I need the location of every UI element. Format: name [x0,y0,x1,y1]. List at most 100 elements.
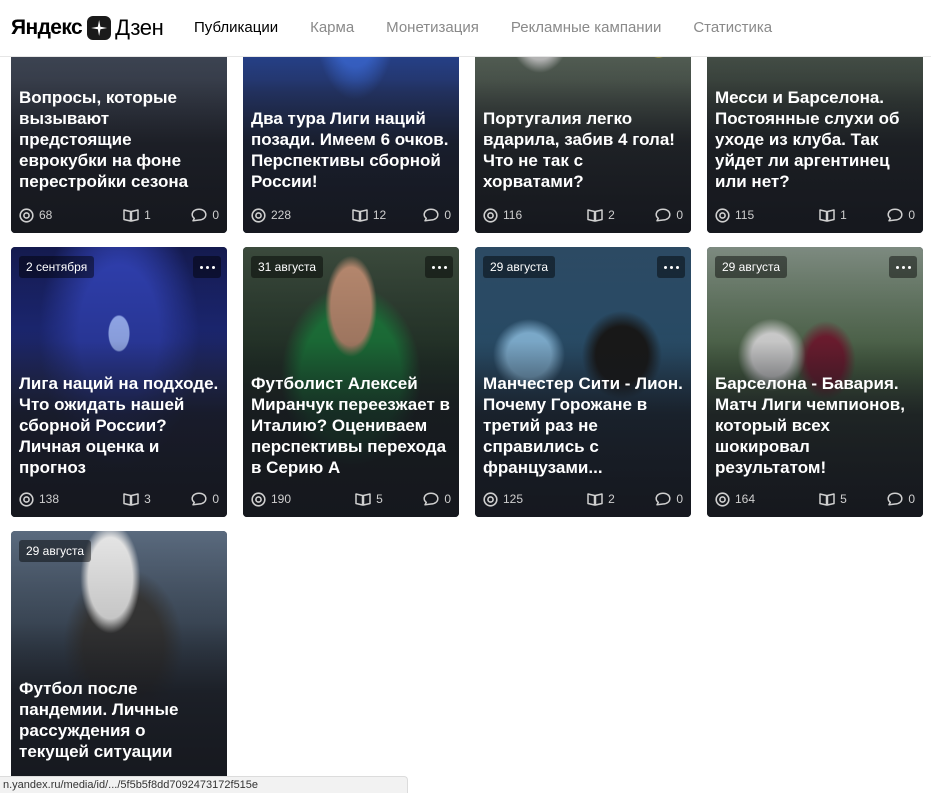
book-icon [587,493,603,506]
publication-card[interactable]: 29 августа Футбол после пандемии. Личные… [11,531,227,793]
nav-item-publications[interactable]: Публикации [194,19,278,36]
publication-card[interactable]: 31 августа Футболист Алексей Миранчук пе… [243,247,459,517]
more-options-icon[interactable] [657,256,685,278]
card-title[interactable]: Португалия легко вдарила, забив 4 гола! … [483,108,683,192]
comments-count: 0 [444,208,451,222]
book-icon [123,493,139,506]
views-stat: 228 [251,207,327,223]
more-options-icon[interactable] [193,256,221,278]
comments-count: 0 [676,208,683,222]
comments-stat: 0 [875,208,915,222]
main-nav: Публикации Карма Монетизация Рекламные к… [194,19,804,36]
card-stats: 228 12 0 [251,206,451,224]
zen-star-icon [87,16,112,40]
card-date: 31 августа [251,256,324,278]
card-stats: 116 2 0 [483,206,683,224]
book-icon [819,209,835,222]
book-icon [123,209,139,222]
comments-count: 0 [444,492,451,506]
views-count: 138 [39,492,60,506]
nav-item-statistics[interactable]: Статистика [693,19,772,36]
comments-count: 0 [212,492,219,506]
reads-count: 1 [144,208,151,222]
card-title[interactable]: Барселона - Бавария. Матч Лиги чемпионов… [715,373,915,478]
more-options-icon[interactable] [425,256,453,278]
comment-icon [191,208,207,222]
card-stats: 190 5 0 [251,490,451,508]
views-icon [251,207,266,223]
reads-stat: 1 [791,208,875,222]
views-icon [483,207,498,223]
card-date: 29 августа [19,540,92,562]
card-title[interactable]: Футбол после пандемии. Личные рассуждени… [19,678,219,762]
comments-stat: 0 [875,492,915,506]
views-icon [715,491,730,507]
yandex-zen-logo[interactable]: Яндекс Дзен [11,15,164,41]
book-icon [587,209,603,222]
reads-stat: 2 [559,208,643,222]
comment-icon [423,208,439,222]
comments-stat: 0 [411,492,451,506]
card-stats: 68 1 0 [19,206,219,224]
comments-stat: 0 [643,492,683,506]
comments-stat: 0 [411,208,451,222]
logo-yandex-text: Яндекс [11,16,83,39]
comments-count: 0 [676,492,683,506]
views-stat: 138 [19,491,95,507]
nav-item-ad-campaigns[interactable]: Рекламные кампании [511,19,661,36]
views-count: 68 [39,208,53,222]
reads-count: 2 [608,208,615,222]
book-icon [355,493,371,506]
reads-count: 2 [608,492,615,506]
comments-count: 0 [908,492,915,506]
reads-count: 12 [372,208,387,222]
reads-count: 5 [840,492,847,506]
card-stats: 115 1 0 [715,206,915,224]
views-icon [19,207,34,223]
book-icon [819,493,835,506]
comment-icon [655,208,671,222]
reads-stat: 12 [327,208,411,222]
publication-card[interactable]: 29 августа Манчестер Сити - Лион. Почему… [475,247,691,517]
card-title[interactable]: Футболист Алексей Миранчук переезжает в … [251,373,451,478]
views-stat: 125 [483,491,559,507]
card-date: 2 сентября [19,256,95,278]
comment-icon [887,492,903,506]
nav-item-karma[interactable]: Карма [310,19,354,36]
views-count: 116 [503,208,523,222]
reads-stat: 5 [791,492,875,506]
publication-card[interactable]: 2 сентября Лига наций на подходе. Что ож… [11,247,227,517]
card-stats: 138 3 0 [19,490,219,508]
comments-stat: 0 [643,208,683,222]
card-title[interactable]: Вопросы, которые вызывают предстоящие ев… [19,87,219,192]
more-options-icon[interactable] [889,256,917,278]
book-icon [352,209,368,222]
comment-icon [423,492,439,506]
card-stats: 164 5 0 [715,490,915,508]
views-count: 164 [735,492,756,506]
card-title[interactable]: Лига наций на подходе. Что ожидать нашей… [19,373,219,478]
status-bar-url: n.yandex.ru/media/id/.../5f5b5f8dd709247… [0,776,408,793]
views-count: 125 [503,492,524,506]
comments-stat: 0 [179,208,219,222]
card-stats: 125 2 0 [483,490,683,508]
publication-card[interactable]: 29 августа Барселона - Бавария. Матч Лиг… [707,247,923,517]
views-stat: 116 [483,207,559,223]
comments-stat: 0 [179,492,219,506]
views-icon [483,491,498,507]
views-stat: 68 [19,207,95,223]
card-title[interactable]: Манчестер Сити - Лион. Почему Горожане в… [483,373,683,478]
card-title[interactable]: Два тура Лиги наций позади. Имеем 6 очко… [251,108,451,192]
card-date: 29 августа [483,256,556,278]
reads-stat: 3 [95,492,179,506]
nav-item-monetization[interactable]: Монетизация [386,19,479,36]
views-icon [251,491,266,507]
views-stat: 115 [715,207,791,223]
comments-count: 0 [908,208,915,222]
views-icon [19,491,34,507]
card-title[interactable]: Месси и Барселона. Постоянные слухи об у… [715,87,915,192]
views-icon [715,207,730,223]
views-count: 115 [735,208,755,222]
views-count: 190 [271,492,292,506]
reads-stat: 1 [95,208,179,222]
